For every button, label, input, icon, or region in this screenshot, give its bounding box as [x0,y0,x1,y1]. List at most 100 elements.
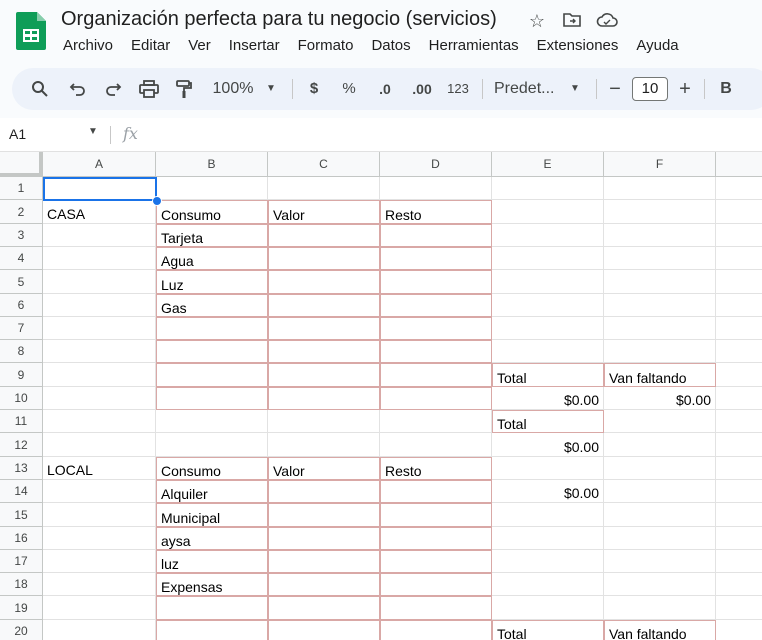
menu-archivo[interactable]: Archivo [54,37,122,55]
cell-e8[interactable] [492,340,604,363]
cell-f12[interactable] [604,433,716,457]
cell-e14[interactable]: $0.00 [492,480,604,503]
row-header-18[interactable]: 18 [0,573,43,596]
column-header-c[interactable]: C [268,152,380,177]
cell-a18[interactable] [43,573,156,596]
row-header-10[interactable]: 10 [0,387,43,410]
chevron-down-icon[interactable]: ▼ [88,126,98,137]
undo-icon[interactable] [66,68,90,110]
cell-b15[interactable]: Municipal [156,503,268,527]
more-formats-button[interactable]: 123 [444,68,472,110]
cloud-status-icon[interactable] [596,10,618,32]
cell-a5[interactable] [43,270,156,294]
cell-g2[interactable] [716,200,762,224]
currency-format-button[interactable]: $ [304,68,324,110]
cell-c11[interactable] [268,410,380,433]
cell-g12[interactable] [716,433,762,457]
cell-e18[interactable] [492,573,604,596]
row-header-16[interactable]: 16 [0,527,43,550]
cell-e19[interactable] [492,596,604,620]
cell-b1[interactable] [156,177,268,200]
cell-a10[interactable] [43,387,156,410]
cell-g9[interactable] [716,363,762,387]
cell-b16[interactable]: aysa [156,527,268,550]
cell-d18[interactable] [380,573,492,596]
cell-c3[interactable] [268,224,380,247]
cell-g20[interactable] [716,620,762,640]
column-header-b[interactable]: B [156,152,268,177]
cell-c17[interactable] [268,550,380,573]
cell-c6[interactable] [268,294,380,317]
cell-f18[interactable] [604,573,716,596]
cell-e20[interactable]: Total [492,620,604,640]
cell-a3[interactable] [43,224,156,247]
font-family-select[interactable]: Predet... [494,68,560,110]
cell-e2[interactable] [492,200,604,224]
cell-g11[interactable] [716,410,762,433]
menu-editar[interactable]: Editar [122,37,179,55]
cell-f15[interactable] [604,503,716,527]
menu-datos[interactable]: Datos [362,37,419,55]
cell-a15[interactable] [43,503,156,527]
cell-e15[interactable] [492,503,604,527]
cell-g17[interactable] [716,550,762,573]
menu-ver[interactable]: Ver [179,37,220,55]
row-header-9[interactable]: 9 [0,363,43,387]
cell-c20[interactable] [268,620,380,640]
cell-g3[interactable] [716,224,762,247]
chevron-down-icon[interactable]: ▼ [568,68,582,110]
cell-f19[interactable] [604,596,716,620]
column-header-a[interactable]: A [43,152,156,177]
cell-c19[interactable] [268,596,380,620]
cell-d8[interactable] [380,340,492,363]
cell-f14[interactable] [604,480,716,503]
cell-e13[interactable] [492,457,604,480]
cell-a11[interactable] [43,410,156,433]
cell-e1[interactable] [492,177,604,200]
cell-d16[interactable] [380,527,492,550]
cell-b10[interactable] [156,387,268,410]
row-header-5[interactable]: 5 [0,270,43,294]
cell-a12[interactable] [43,433,156,457]
cell-c2[interactable]: Valor [268,200,380,224]
cell-b13[interactable]: Consumo [156,457,268,480]
cell-f2[interactable] [604,200,716,224]
cell-b2[interactable]: Consumo [156,200,268,224]
document-title[interactable]: Organización perfecta para tu negocio (s… [61,8,497,31]
redo-icon[interactable] [101,68,125,110]
cell-f3[interactable] [604,224,716,247]
bold-button[interactable]: B [716,68,736,110]
cell-e17[interactable] [492,550,604,573]
row-header-3[interactable]: 3 [0,224,43,247]
cell-a1[interactable] [43,177,156,200]
cell-d4[interactable] [380,247,492,270]
cell-g16[interactable] [716,527,762,550]
cell-f13[interactable] [604,457,716,480]
column-header-d[interactable]: D [380,152,492,177]
decrease-decimals-button[interactable]: .0 [372,68,398,110]
cell-c7[interactable] [268,317,380,340]
cell-g1[interactable] [716,177,762,200]
cell-a20[interactable] [43,620,156,640]
cell-a6[interactable] [43,294,156,317]
row-header-12[interactable]: 12 [0,433,43,457]
cell-b19[interactable] [156,596,268,620]
font-size-increase-button[interactable]: + [674,68,696,110]
zoom-select[interactable]: 100% [208,68,258,110]
cell-a13[interactable]: LOCAL [43,457,156,480]
cell-f16[interactable] [604,527,716,550]
cell-c9[interactable] [268,363,380,387]
cell-e5[interactable] [492,270,604,294]
row-header-14[interactable]: 14 [0,480,43,503]
cell-g19[interactable] [716,596,762,620]
cell-d3[interactable] [380,224,492,247]
menu-insertar[interactable]: Insertar [220,37,289,55]
cell-c16[interactable] [268,527,380,550]
cell-e3[interactable] [492,224,604,247]
row-header-13[interactable]: 13 [0,457,43,480]
cell-d10[interactable] [380,387,492,410]
cell-f8[interactable] [604,340,716,363]
cell-c14[interactable] [268,480,380,503]
cell-b7[interactable] [156,317,268,340]
cell-f17[interactable] [604,550,716,573]
